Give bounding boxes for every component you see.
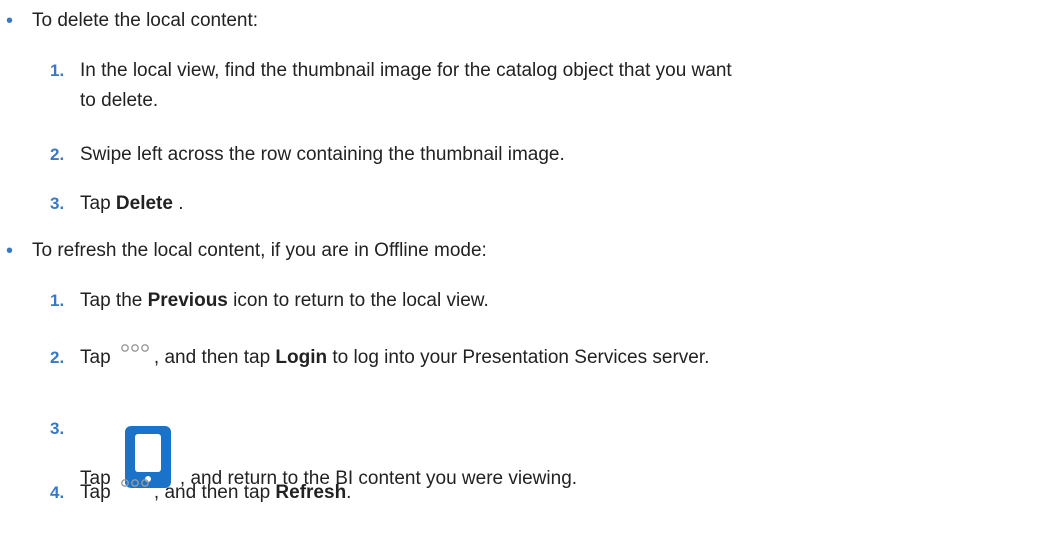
step-number: 3.	[50, 194, 65, 213]
bullet-text: To refresh the local content, if you are…	[32, 240, 487, 261]
step-text-line1: In the local view, find the thumbnail im…	[80, 60, 732, 81]
ui-term: Login	[275, 347, 328, 368]
step-number: 1.	[50, 291, 65, 310]
step-number: 3.	[50, 419, 65, 438]
step-text-post: to log into your Presentation Services s…	[327, 347, 710, 368]
bullet-dot: •	[6, 10, 14, 32]
step-text-pre: Tap the	[80, 290, 148, 311]
ui-term: Refresh	[275, 482, 347, 503]
step-number: 1.	[50, 61, 65, 80]
step-text-mid: , and then tap	[153, 482, 276, 503]
more-options-icon	[120, 472, 150, 494]
step-text: Swipe left across the row containing the…	[80, 144, 565, 165]
ui-term: Delete	[115, 193, 173, 214]
step-text-post: icon to return to the local view.	[227, 290, 489, 311]
step-text-post: .	[172, 193, 184, 214]
step-text-line2: to delete.	[80, 90, 159, 111]
step-number: 2.	[50, 348, 65, 367]
step-number: 2.	[50, 145, 65, 164]
bullet-dot: •	[6, 240, 14, 262]
bullet-text: To delete the local content:	[32, 10, 259, 31]
step-text-pre: Tap	[80, 193, 116, 214]
step-text-post: .	[346, 482, 352, 503]
step-text-pre: Tap	[80, 482, 116, 503]
step-text-pre: Tap	[80, 347, 116, 368]
step-number: 4.	[50, 483, 65, 502]
more-options-icon	[120, 337, 150, 359]
step-text-mid: , and then tap	[153, 347, 276, 368]
ui-term: Previous	[147, 290, 228, 311]
